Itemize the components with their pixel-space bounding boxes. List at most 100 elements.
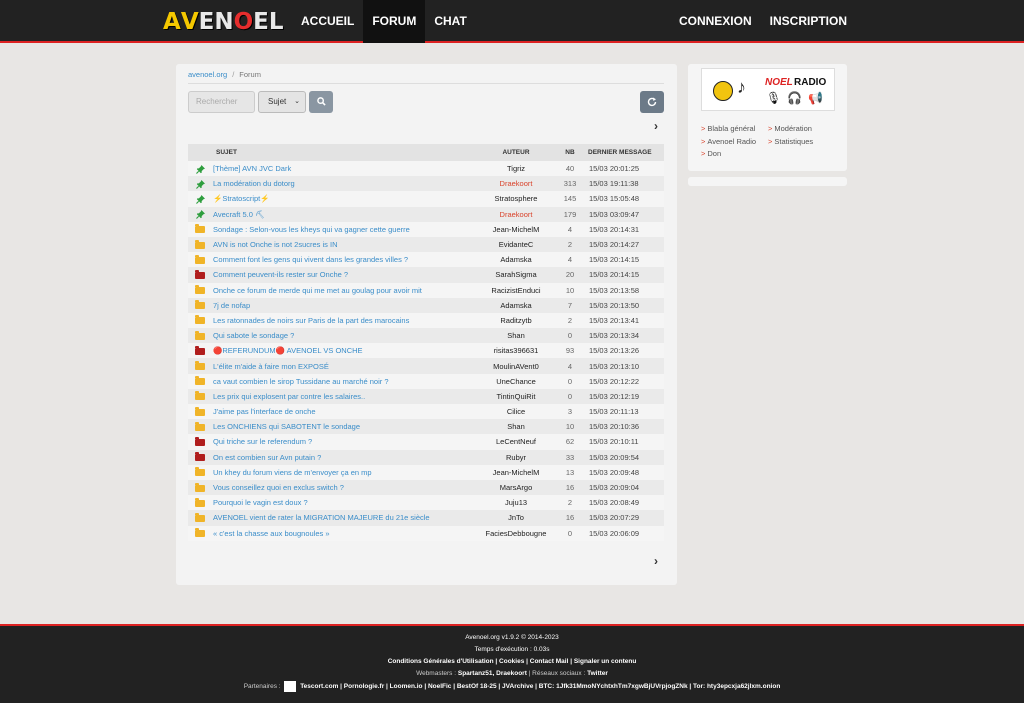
topic-row[interactable]: Pourquoi le vagin est doux ? Juju13 2 15/03… <box>188 495 664 511</box>
sidebar-link[interactable]: > Modération <box>768 124 813 137</box>
topic-last-message-date[interactable]: 15/03 20:13:58 <box>582 282 664 298</box>
topic-last-message-date[interactable]: 15/03 03:09:47 <box>582 206 664 222</box>
topic-title-link[interactable]: Les prix qui explosent par contre les sa… <box>213 392 365 401</box>
topic-last-message-date[interactable]: 15/03 20:10:36 <box>582 419 664 435</box>
topic-last-message-date[interactable]: 15/03 20:14:27 <box>582 236 664 253</box>
topic-title-link[interactable]: Sondage : Selon-vous les kheys qui va ga… <box>213 225 410 234</box>
topic-last-message-date[interactable]: 15/03 20:06:09 <box>582 525 664 541</box>
topic-author[interactable]: UneChance <box>474 373 558 389</box>
topic-title-link[interactable]: [Thème] AVN JVC Dark <box>213 164 291 173</box>
topic-row[interactable]: ⚡Stratoscript⚡ Stratosphere 145 15/03 15:05… <box>188 191 664 207</box>
topic-row[interactable]: AVENOEL vient de rater la MIGRATION MAJE… <box>188 510 664 526</box>
topic-row[interactable]: Vous conseillez quoi en exclus switch ? M… <box>188 479 664 496</box>
refresh-button[interactable] <box>640 91 664 113</box>
topic-author[interactable]: JnTo <box>474 510 558 526</box>
topic-title-link[interactable]: ca vaut combien le sirop Tussidane au ma… <box>213 377 389 386</box>
topic-last-message-date[interactable]: 15/03 20:01:25 <box>582 161 664 177</box>
social-twitter-link[interactable]: Twitter <box>587 670 608 677</box>
nav-forum[interactable]: FORUM <box>363 0 426 43</box>
topic-row[interactable]: On est combien sur Avn putain ? Rubyr 33 15… <box>188 449 664 465</box>
topic-author[interactable]: LeCentNeuf <box>474 434 558 450</box>
topic-last-message-date[interactable]: 15/03 20:13:10 <box>582 358 664 374</box>
topic-row[interactable]: Avecraft 5.0 ⛏ Draekoort 179 15/03 03:09:47 <box>188 206 664 222</box>
next-page-arrow-bottom[interactable]: › <box>651 555 661 567</box>
topic-row[interactable]: L'élite m'aide à faire mon EXPOSÉ MoulinA… <box>188 358 664 374</box>
topic-last-message-date[interactable]: 15/03 20:09:04 <box>582 479 664 496</box>
topic-author[interactable]: SarahSigma <box>474 267 558 283</box>
topic-last-message-date[interactable]: 15/03 20:12:19 <box>582 388 664 404</box>
avenoel-logo[interactable]: AVENOEL <box>163 9 284 35</box>
topic-author[interactable]: Shan <box>474 419 558 435</box>
topic-title-link[interactable]: Vous conseillez quoi en exclus switch ? <box>213 483 344 492</box>
sidebar-link[interactable]: > Avenoel Radio <box>701 137 756 150</box>
search-input[interactable]: Rechercher <box>188 91 255 113</box>
topic-row[interactable]: Comment peuvent-ils rester sur Onche ? Sa… <box>188 267 664 283</box>
webmasters-names[interactable]: Spartanz51, Draekoort <box>458 670 527 677</box>
topic-title-link[interactable]: On est combien sur Avn putain ? <box>213 453 321 462</box>
topic-title-link[interactable]: AVENOEL vient de rater la MIGRATION MAJE… <box>213 513 430 522</box>
topic-row[interactable]: Un khey du forum viens de m'envoyer ça e… <box>188 464 664 480</box>
topic-title-link[interactable]: Les ONCHIENS qui SABOTENT le sondage <box>213 422 360 431</box>
topic-author[interactable]: TintinQuiRit <box>474 388 558 404</box>
topic-author[interactable]: Draekoort <box>474 206 558 222</box>
topic-row[interactable]: J'aime pas l'interface de onche Cilice 3 15… <box>188 404 664 420</box>
topic-last-message-date[interactable]: 15/03 20:13:50 <box>582 297 664 313</box>
sidebar-link[interactable]: > Statistiques <box>768 137 813 150</box>
topic-row[interactable]: Les ratonnades de noirs sur Paris de la … <box>188 312 664 329</box>
topic-title-link[interactable]: L'élite m'aide à faire mon EXPOSÉ <box>213 362 329 371</box>
topic-row[interactable]: « c'est la chasse aux bougnoules » Facies… <box>188 525 664 541</box>
partners-links[interactable]: Tescort.com | Pornologie.fr | Loomen.io … <box>300 683 780 690</box>
topic-title-link[interactable]: « c'est la chasse aux bougnoules » <box>213 529 330 538</box>
topic-title-link[interactable]: ⚡Stratoscript⚡ <box>213 194 270 203</box>
topic-last-message-date[interactable]: 15/03 20:09:54 <box>582 449 664 465</box>
topic-author[interactable]: Rubyr <box>474 449 558 465</box>
nav-accueil[interactable]: ACCUEIL <box>292 0 363 43</box>
search-button[interactable] <box>309 91 333 113</box>
topic-last-message-date[interactable]: 15/03 20:13:26 <box>582 343 664 359</box>
topic-row[interactable]: 🔴REFERUNDUM🔴 AVENOEL VS ONCHE risitas3966… <box>188 343 664 359</box>
topic-row[interactable]: Qui sabote le sondage ? Shan 0 15/03 20:13:… <box>188 328 664 344</box>
next-page-arrow-top[interactable]: › <box>651 120 661 132</box>
topic-row[interactable]: 7j de nofap Adamska 7 15/03 20:13:50 <box>188 297 664 313</box>
topic-row[interactable]: Onche ce forum de merde qui me met au go… <box>188 282 664 298</box>
topic-author[interactable]: RacizistEnduci <box>474 282 558 298</box>
topic-title-link[interactable]: Onche ce forum de merde qui me met au go… <box>213 286 422 295</box>
sidebar-link[interactable]: > Blabla général <box>701 124 756 137</box>
topic-title-link[interactable]: La modération du dotorg <box>213 179 295 188</box>
topic-last-message-date[interactable]: 15/03 19:11:38 <box>582 176 664 192</box>
topic-author[interactable]: Adamska <box>474 252 558 268</box>
footer-legal-links[interactable]: Conditions Générales d'Utilisation | Coo… <box>0 658 1024 665</box>
search-type-select[interactable]: Sujet ⌄ <box>258 91 306 113</box>
topic-last-message-date[interactable]: 15/03 20:13:41 <box>582 312 664 329</box>
topic-row[interactable]: AVN is not Onche is not 2sucres is IN Evi… <box>188 236 664 253</box>
topic-title-link[interactable]: Pourquoi le vagin est doux ? <box>213 498 308 507</box>
topic-author[interactable]: Tigriz <box>474 161 558 177</box>
topic-author[interactable]: Draekoort <box>474 176 558 192</box>
topic-last-message-date[interactable]: 15/03 20:14:15 <box>582 252 664 268</box>
topic-row[interactable]: Les prix qui explosent par contre les sa… <box>188 388 664 404</box>
topic-author[interactable]: risitas396631 <box>474 343 558 359</box>
topic-last-message-date[interactable]: 15/03 20:09:48 <box>582 464 664 480</box>
topic-row[interactable]: Comment font les gens qui vivent dans le… <box>188 252 664 268</box>
topic-author[interactable]: Jean-MichelM <box>474 221 558 237</box>
noelradio-banner[interactable]: ♪ NOEL RADIO 🎙🎧📢 <box>701 68 835 111</box>
nav-chat[interactable]: CHAT <box>425 0 475 43</box>
topic-last-message-date[interactable]: 15/03 20:08:49 <box>582 495 664 511</box>
topic-author[interactable]: Cilice <box>474 404 558 420</box>
topic-row[interactable]: ca vaut combien le sirop Tussidane au ma… <box>188 373 664 389</box>
topic-last-message-date[interactable]: 15/03 20:11:13 <box>582 404 664 420</box>
topic-author[interactable]: Stratosphere <box>474 191 558 207</box>
topic-title-link[interactable]: Qui sabote le sondage ? <box>213 331 294 340</box>
topic-author[interactable]: MarsArgo <box>474 479 558 496</box>
nav-inscription[interactable]: INSCRIPTION <box>761 0 856 43</box>
topic-row[interactable]: [Thème] AVN JVC Dark Tigriz 40 15/03 20:01:… <box>188 161 664 177</box>
topic-row[interactable]: Sondage : Selon-vous les kheys qui va ga… <box>188 221 664 237</box>
topic-title-link[interactable]: 7j de nofap <box>213 301 250 310</box>
topic-title-link[interactable]: Comment peuvent-ils rester sur Onche ? <box>213 270 348 279</box>
topic-last-message-date[interactable]: 15/03 20:10:11 <box>582 434 664 450</box>
topic-last-message-date[interactable]: 15/03 20:07:29 <box>582 510 664 526</box>
topic-title-link[interactable]: Comment font les gens qui vivent dans le… <box>213 255 408 264</box>
nav-connexion[interactable]: CONNEXION <box>670 0 761 43</box>
topic-author[interactable]: Raditzytb <box>474 312 558 329</box>
topic-author[interactable]: MoulinAVent0 <box>474 358 558 374</box>
